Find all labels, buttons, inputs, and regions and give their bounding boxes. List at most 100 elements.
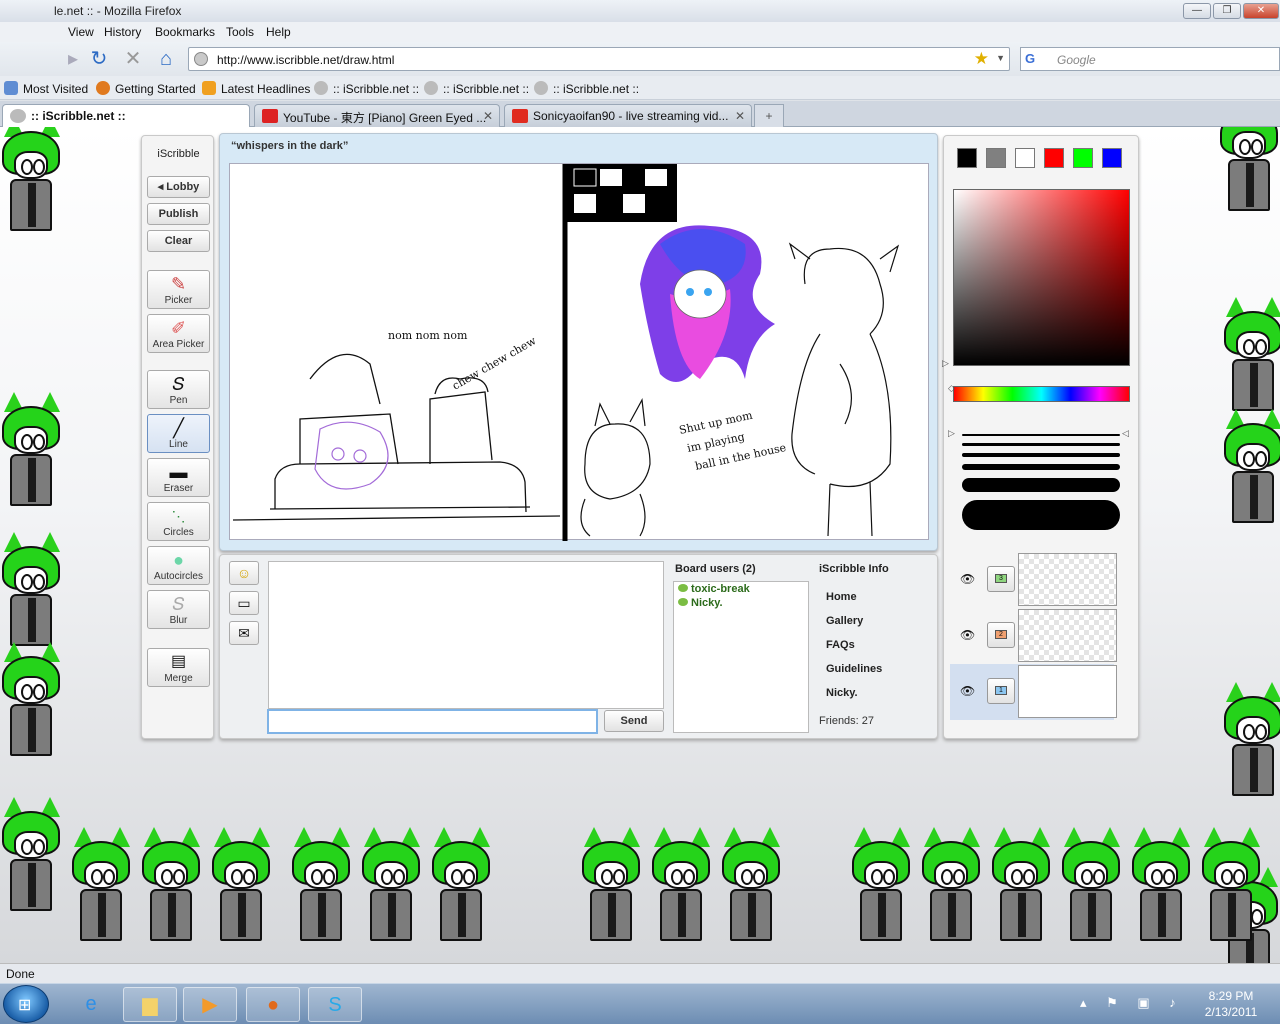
- brush-size-3[interactable]: [962, 453, 1120, 457]
- iscribble-icon: [424, 81, 438, 95]
- layer-3[interactable]: 👁 3: [950, 552, 1117, 608]
- swatch-white[interactable]: [1015, 148, 1035, 168]
- layer-thumbnail[interactable]: [1018, 665, 1117, 718]
- brush-size-1[interactable]: [962, 434, 1120, 436]
- info-link-guidelines[interactable]: Guidelines: [826, 663, 882, 675]
- brush-size-6[interactable]: [962, 500, 1120, 530]
- tool-merge[interactable]: ▤ Merge: [147, 648, 210, 687]
- drawing-canvas[interactable]: nom nom nom chew chew chew Shut up mom i…: [229, 163, 929, 541]
- menu-bookmarks[interactable]: Bookmarks: [155, 25, 215, 39]
- clear-button[interactable]: Clear: [147, 230, 210, 252]
- info-link-home[interactable]: Home: [826, 591, 857, 603]
- tool-picker[interactable]: ✎ Picker: [147, 270, 210, 309]
- tray-icons[interactable]: ▴ ⚑ ▣ ♪: [1080, 995, 1184, 1011]
- url-text[interactable]: http://www.iscribble.net/draw.html: [217, 53, 394, 67]
- bookmark-getting-started[interactable]: Getting Started: [96, 81, 196, 96]
- bookmark-iscribble-1[interactable]: :: iScribble.net ::: [314, 81, 419, 96]
- forward-icon[interactable]: ▸: [60, 47, 86, 71]
- swatch-red[interactable]: [1044, 148, 1064, 168]
- stop-icon[interactable]: ✕: [120, 47, 146, 71]
- user-nicky[interactable]: Nicky.: [678, 597, 723, 609]
- close-tab-icon[interactable]: ✕: [483, 109, 493, 123]
- info-link-faqs[interactable]: FAQs: [826, 639, 855, 651]
- notes-button[interactable]: ✉: [229, 621, 259, 645]
- tool-autocircles[interactable]: ● Autocircles: [147, 546, 210, 585]
- layer-number-button[interactable]: 1: [987, 678, 1015, 704]
- menu-history[interactable]: History: [104, 25, 141, 39]
- hue-slider-handle-icon[interactable]: ◇: [948, 383, 955, 394]
- brush-size-4[interactable]: [962, 464, 1120, 470]
- clock[interactable]: 8:29 PM 2/13/2011: [1196, 988, 1266, 1020]
- eye-icon[interactable]: 👁: [960, 628, 975, 642]
- file-explorer-icon[interactable]: ▆: [123, 987, 177, 1022]
- close-tab-icon[interactable]: ✕: [735, 109, 745, 123]
- film-button[interactable]: ▭: [229, 591, 259, 615]
- bookmark-iscribble-3[interactable]: :: iScribble.net ::: [534, 81, 639, 96]
- menu-tools[interactable]: Tools: [226, 25, 254, 39]
- internet-explorer-icon[interactable]: e: [64, 987, 118, 1022]
- site-identity-icon[interactable]: [194, 52, 208, 66]
- tab-youtube[interactable]: YouTube - 東方 [Piano] Green Eyed ... ✕: [254, 104, 500, 127]
- bookmark-latest-headlines[interactable]: Latest Headlines: [202, 81, 310, 96]
- eye-icon[interactable]: 👁: [960, 684, 975, 698]
- swatch-gray[interactable]: [986, 148, 1006, 168]
- search-placeholder[interactable]: Google: [1057, 53, 1096, 67]
- media-player-icon[interactable]: ▶: [183, 987, 237, 1022]
- eye-icon[interactable]: 👁: [960, 572, 975, 586]
- info-link-nicky[interactable]: Nicky.: [826, 687, 858, 699]
- swatch-blue[interactable]: [1102, 148, 1122, 168]
- emoticon-button[interactable]: ☺: [229, 561, 259, 585]
- bookmark-label: Latest Headlines: [221, 82, 311, 96]
- new-tab-button[interactable]: +: [754, 104, 784, 127]
- send-button[interactable]: Send: [604, 710, 664, 732]
- start-button[interactable]: ⊞: [3, 985, 49, 1023]
- hue-slider[interactable]: [953, 386, 1130, 402]
- tool-line[interactable]: ╱ Line: [147, 414, 210, 453]
- google-icon[interactable]: G: [1025, 51, 1041, 67]
- tool-pen[interactable]: 𝑆 Pen: [147, 370, 210, 409]
- firefox-taskbar-icon[interactable]: ●: [246, 987, 300, 1022]
- value-slider-handle-icon[interactable]: ▷: [942, 358, 949, 369]
- tool-eraser[interactable]: ▬ Eraser: [147, 458, 210, 497]
- reload-icon[interactable]: ↻: [86, 47, 112, 71]
- search-bar[interactable]: G Google: [1020, 47, 1280, 71]
- maximize-button[interactable]: ❐: [1213, 3, 1241, 19]
- brush-size-5[interactable]: [962, 478, 1120, 492]
- lobby-button[interactable]: ◂ Lobby: [147, 176, 210, 198]
- brush-size-2[interactable]: [962, 443, 1120, 446]
- layer-number-button[interactable]: 2: [987, 622, 1015, 648]
- bookmark-most-visited[interactable]: Most Visited: [4, 81, 88, 96]
- tool-circles[interactable]: ⋱ Circles: [147, 502, 210, 541]
- layer-thumbnail[interactable]: [1018, 553, 1117, 606]
- layer-thumbnail[interactable]: [1018, 609, 1117, 662]
- publish-button[interactable]: Publish: [147, 203, 210, 225]
- size-handle-left-icon[interactable]: ▷: [948, 428, 955, 439]
- chat-input[interactable]: [267, 709, 598, 734]
- url-dropdown-icon[interactable]: ▼: [996, 53, 1005, 63]
- menu-help[interactable]: Help: [266, 25, 291, 39]
- url-bar[interactable]: http://www.iscribble.net/draw.html ★ ▼: [188, 47, 1010, 71]
- saturation-value-picker[interactable]: [953, 189, 1130, 366]
- tool-label: Line: [169, 439, 188, 450]
- tool-blur[interactable]: 𝑆 Blur: [147, 590, 210, 629]
- swatch-black[interactable]: [957, 148, 977, 168]
- size-handle-right-icon[interactable]: ◁: [1122, 428, 1129, 439]
- tab-livestream[interactable]: Sonicyaoifan90 - live streaming vid... ✕: [504, 104, 752, 127]
- menu-view[interactable]: View: [68, 25, 94, 39]
- tab-iscribble[interactable]: :: iScribble.net ::: [2, 104, 250, 127]
- bookmark-star-icon[interactable]: ★: [974, 49, 989, 69]
- home-icon[interactable]: ⌂: [153, 47, 179, 71]
- close-window-button[interactable]: ✕: [1243, 3, 1279, 19]
- info-link-gallery[interactable]: Gallery: [826, 615, 863, 627]
- catgirl-sprite: [0, 797, 62, 917]
- user-toxic-break[interactable]: toxic-break: [678, 583, 750, 595]
- tool-area-picker[interactable]: ✐ Area Picker: [147, 314, 210, 353]
- layer-1[interactable]: 👁 1: [950, 664, 1117, 720]
- layer-number: 3: [995, 574, 1007, 583]
- skype-icon[interactable]: S: [308, 987, 362, 1022]
- layer-2[interactable]: 👁 2: [950, 608, 1117, 664]
- layer-number-button[interactable]: 3: [987, 566, 1015, 592]
- minimize-button[interactable]: —: [1183, 3, 1211, 19]
- bookmark-iscribble-2[interactable]: :: iScribble.net ::: [424, 81, 529, 96]
- swatch-green[interactable]: [1073, 148, 1093, 168]
